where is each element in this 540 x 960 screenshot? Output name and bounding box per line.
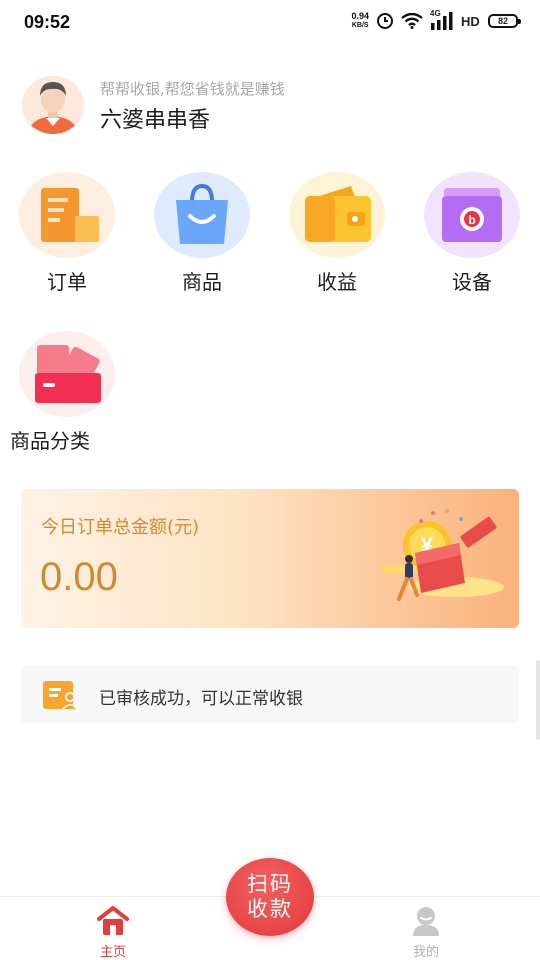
menu-item-orders[interactable]: 订单 bbox=[7, 172, 127, 302]
order-icon bbox=[19, 172, 115, 258]
scan-to-collect-button[interactable]: 扫码 收款 bbox=[226, 858, 314, 936]
menu-label-earnings: 收益 bbox=[317, 270, 357, 294]
net-speed-value: 0.94 bbox=[351, 11, 369, 21]
certificate-user-icon bbox=[43, 681, 78, 709]
scan-button-line1: 扫码 bbox=[247, 872, 293, 896]
store-name: 六婆串串香 bbox=[100, 108, 211, 133]
battery-level: 82 bbox=[497, 16, 508, 26]
tab-home-label: 主页 bbox=[99, 945, 126, 960]
device-box-icon: b bbox=[424, 172, 520, 258]
tab-mine[interactable]: 我的 bbox=[386, 903, 466, 960]
menu-item-devices[interactable]: b 设备 bbox=[412, 172, 532, 302]
scrollbar[interactable] bbox=[536, 660, 540, 740]
hd-icon: HD bbox=[461, 12, 481, 30]
menu-label-devices: 设备 bbox=[452, 270, 492, 294]
category-cards-icon bbox=[19, 331, 115, 417]
menu-item-earnings[interactable]: 收益 bbox=[277, 172, 397, 302]
bag-icon bbox=[154, 172, 250, 258]
audit-notice-text: 已审核成功，可以正常收银 bbox=[99, 689, 303, 709]
today-orders-card[interactable]: 今日订单总金额(元) 0.00 ¥ bbox=[21, 489, 519, 628]
avatar[interactable] bbox=[22, 76, 84, 134]
orders-total-amount: 0.00 bbox=[40, 555, 118, 599]
menu-item-categories[interactable]: 商品分类 bbox=[7, 331, 127, 461]
menu-label-orders: 订单 bbox=[47, 270, 87, 294]
battery-icon: 82 bbox=[488, 14, 521, 28]
audit-notice: 已审核成功，可以正常收银 bbox=[21, 666, 519, 723]
status-icons: 0.94 KB/S 4G HD 82 bbox=[351, 9, 521, 30]
net-speed: 0.94 KB/S bbox=[351, 12, 369, 30]
net-speed-unit: KB/S bbox=[351, 22, 369, 29]
alarm-icon bbox=[377, 13, 393, 29]
profile-slogan: 帮帮收银,帮您省钱就是赚钱 bbox=[100, 80, 285, 98]
scan-button-line2: 收款 bbox=[247, 897, 293, 921]
wifi-icon bbox=[401, 13, 423, 29]
status-bar: 09:52 0.94 KB/S 4G HD 82 bbox=[0, 0, 540, 48]
status-time: 09:52 bbox=[24, 12, 71, 32]
hd-label: HD bbox=[461, 14, 480, 29]
menu-label-categories: 商品分类 bbox=[10, 429, 90, 453]
tab-mine-label: 我的 bbox=[412, 945, 439, 960]
signal-icon: 4G bbox=[430, 9, 454, 30]
menu-label-products: 商品 bbox=[182, 270, 222, 294]
tab-home[interactable]: 主页 bbox=[73, 903, 153, 960]
orders-total-title: 今日订单总金额(元) bbox=[41, 517, 200, 538]
user-icon bbox=[413, 907, 439, 936]
menu-item-products[interactable]: 商品 bbox=[142, 172, 262, 302]
gift-box-coin-icon: ¥ bbox=[381, 509, 504, 601]
svg-text:b: b bbox=[468, 213, 475, 227]
wallet-icon bbox=[289, 172, 385, 258]
profile-header[interactable]: 帮帮收银,帮您省钱就是赚钱 六婆串串香 bbox=[22, 76, 502, 136]
home-icon bbox=[97, 906, 129, 935]
